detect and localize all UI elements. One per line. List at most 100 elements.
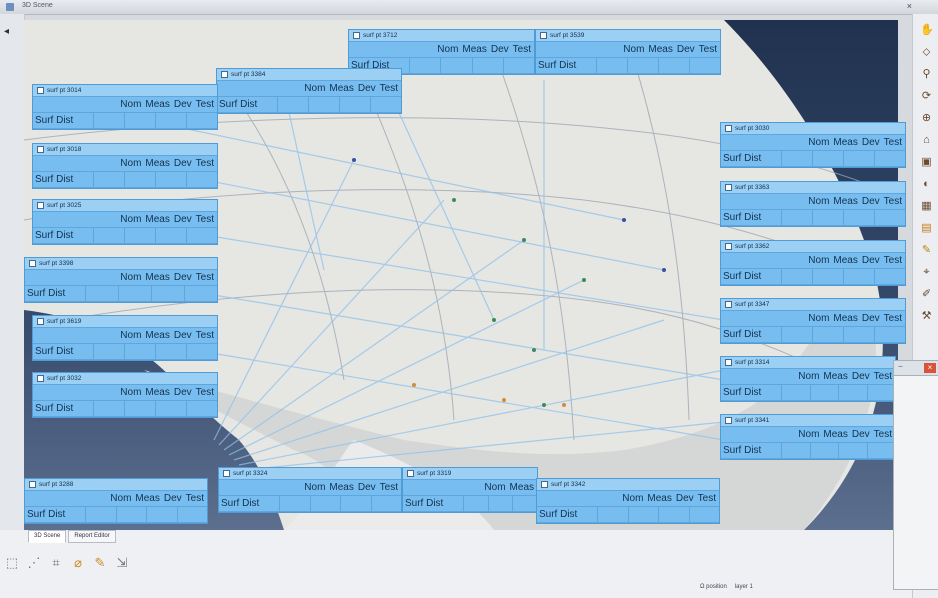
panel-collapse-icon[interactable] [37,86,44,94]
measure-icon[interactable]: ⌀ [70,555,86,571]
panel-collapse-icon[interactable] [725,242,732,250]
callout-panel[interactable]: surf pt 3362 Nom Meas Dev Test Surf Dist [720,240,906,286]
measure-icon[interactable]: ⚒ [920,310,933,323]
callout-panel[interactable]: surf pt 3014 Nom Meas Dev Test Surf Dist [32,84,218,130]
feature-icon[interactable]: ⌗ [48,555,64,571]
panel-header-row: Nom Meas Dev Test [33,97,217,113]
panel-collapse-icon[interactable] [29,480,36,488]
panel-data-row: Surf Dist [33,113,217,129]
panel-data-row: Surf Dist [33,344,217,360]
panel-collapse-icon[interactable] [29,259,36,267]
panel-data-row: Surf Dist [721,210,905,226]
side-window-close-button[interactable]: × [924,363,936,373]
panel-collapse-icon[interactable] [37,201,44,209]
rotate-icon[interactable]: ⟳ [920,90,933,103]
panel-header-row: Nom Meas Dev Test [721,311,905,327]
panel-title: surf pt 3025 [47,202,82,209]
panel-title: surf pt 3363 [735,184,770,191]
panel-title: surf pt 3030 [735,125,770,132]
callout-panel[interactable]: surf pt 3341 Nom Meas Dev Test Surf Dist [720,414,896,460]
tab-3d-scene[interactable]: 3D Scene [28,530,67,543]
panel-collapse-icon[interactable] [725,416,732,424]
panel-data-row: Surf Dist [403,496,537,512]
callout-panel[interactable]: surf pt 3539 Nom Meas Dev Test Surf Dist [535,29,721,75]
shade-icon[interactable]: ◐ [920,178,933,191]
panel-collapse-icon[interactable] [541,480,548,488]
fit-icon[interactable]: ⊕ [920,112,933,125]
view-icon[interactable]: ⌂ [920,134,933,147]
status-layer: layer 1 [734,584,753,590]
panel-title: surf pt 3362 [735,243,770,250]
panel-data-row: Surf Dist [721,385,895,401]
callout-panel[interactable]: surf pt 3025 Nom Meas Dev Test Surf Dist [32,199,218,245]
panel-title: surf pt 3314 [735,359,770,366]
panel-data-row: Surf Dist [219,496,401,512]
panel-title: surf pt 3018 [47,146,82,153]
callout-panel[interactable]: surf pt 3342 Nom Meas Dev Test Surf Dist [536,478,720,524]
panel-data-row: Surf Dist [33,401,217,417]
panel-header-row: Nom Meas Dev Test [721,253,905,269]
callout-panel[interactable]: surf pt 3319 Nom Meas Surf Dist [402,467,538,513]
hand-icon[interactable]: ✋ [920,24,934,37]
snap-icon[interactable]: ✎ [920,244,933,257]
panel-title: surf pt 3539 [550,32,585,39]
tab-report-editor[interactable]: Report Editor [68,530,116,543]
panel-header-row: Nom Meas Dev Test [721,194,905,210]
panel-collapse-icon[interactable] [725,300,732,308]
panel-title: surf pt 3398 [39,260,74,267]
panel-collapse-icon[interactable] [223,469,230,477]
panel-collapse-icon[interactable] [221,70,228,78]
label-icon[interactable]: ▤ [920,222,933,235]
callout-panel[interactable]: surf pt 3032 Nom Meas Dev Test Surf Dist [32,372,218,418]
pan-icon[interactable]: ⬦ [920,46,933,59]
panel-title: surf pt 3619 [47,318,82,325]
callout-panel[interactable]: surf pt 3314 Nom Meas Dev Test Surf Dist [720,356,896,402]
zoom-icon[interactable]: ⚲ [920,68,933,81]
minimize-icon[interactable]: − [898,362,903,371]
panel-title: surf pt 3324 [233,470,268,477]
callout-panel[interactable]: surf pt 3384 Nom Meas Dev Test Surf Dist [216,68,402,114]
callout-panel[interactable]: surf pt 3347 Nom Meas Dev Test Surf Dist [720,298,906,344]
panel-toggle-icon[interactable]: ◂ [4,26,16,38]
window-title: 3D Scene [22,2,53,9]
panel-collapse-icon[interactable] [725,358,732,366]
panel-collapse-icon[interactable] [407,469,414,477]
callout-panel[interactable]: surf pt 3030 Nom Meas Dev Test Surf Dist [720,122,906,168]
panel-collapse-icon[interactable] [353,31,360,39]
view-tabs: 3D Scene Report Editor [28,530,118,543]
callout-panel[interactable]: surf pt 3398 Nom Meas Dev Test Surf Dist [24,257,218,303]
panel-data-row: Surf Dist [33,172,217,188]
panel-data-row: Surf Dist [721,327,905,343]
callout-panel[interactable]: surf pt 3619 Nom Meas Dev Test Surf Dist [32,315,218,361]
probe-icon[interactable]: ✐ [920,288,933,301]
panel-title: surf pt 3032 [47,375,82,382]
panel-collapse-icon[interactable] [37,145,44,153]
label-icon[interactable]: ✎ [92,555,108,571]
close-button[interactable]: × [907,1,912,11]
callout-panel[interactable]: surf pt 3324 Nom Meas Dev Test Surf Dist [218,467,402,513]
app-icon [6,3,14,11]
panel-collapse-icon[interactable] [540,31,547,39]
panel-collapse-icon[interactable] [37,317,44,325]
callout-panel[interactable]: surf pt 3288 Nom Meas Dev Test Surf Dist [24,478,208,524]
panel-collapse-icon[interactable] [37,374,44,382]
panel-header-row: Nom Meas Dev Test [349,42,534,58]
panel-data-row: Surf Dist [25,286,217,302]
panel-collapse-icon[interactable] [725,183,732,191]
point-icon[interactable]: ⋰ [26,555,42,571]
panel-header-row: Nom Meas Dev Test [25,270,217,286]
export-icon[interactable]: ⇲ [114,555,130,571]
panel-data-row: Surf Dist [721,269,905,285]
panel-title: surf pt 3347 [735,301,770,308]
pick-icon[interactable]: ⌖ [920,266,933,279]
panel-header-row: Nom Meas Dev Test [536,42,720,58]
bottom-toolbar: ⬚ ⋰ ⌗ ⌀ ✎ ⇲ [4,552,136,574]
callout-panel[interactable]: surf pt 3363 Nom Meas Dev Test Surf Dist [720,181,906,227]
panel-title: surf pt 3319 [417,470,452,477]
grid-icon[interactable]: ▦ [920,200,933,213]
panel-header-row: Nom Meas Dev Test [721,369,895,385]
callout-panel[interactable]: surf pt 3018 Nom Meas Dev Test Surf Dist [32,143,218,189]
select-icon[interactable]: ⬚ [4,555,20,571]
panel-collapse-icon[interactable] [725,124,732,132]
layer-icon[interactable]: ▣ [920,156,933,169]
